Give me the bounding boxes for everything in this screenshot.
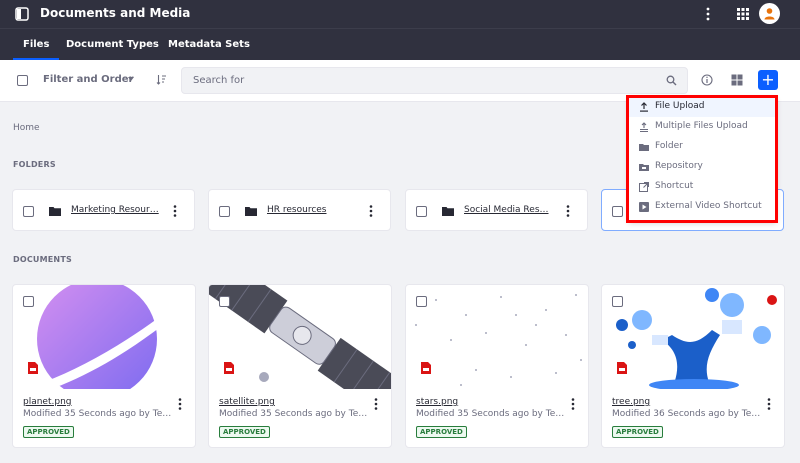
folders-heading: FOLDERS <box>13 160 56 169</box>
tab-metadata-sets[interactable]: Metadata Sets <box>158 29 260 61</box>
image-file-icon <box>224 362 234 374</box>
options-kebab-icon[interactable] <box>703 6 713 22</box>
apps-grid-icon[interactable] <box>736 7 750 21</box>
select-all-checkbox[interactable] <box>17 75 28 86</box>
nav-tabs: Files Document Types Metadata Sets <box>0 28 800 61</box>
document-name[interactable]: tree.png <box>612 397 650 407</box>
folder-checkbox[interactable] <box>416 206 427 217</box>
document-meta: Modified 35 Seconds ago by Te… <box>219 409 368 419</box>
stars-thumbnail <box>415 294 582 386</box>
folder-checkbox[interactable] <box>219 206 230 217</box>
document-card[interactable]: planet.png Modified 35 Seconds ago by Te… <box>12 284 196 448</box>
folder-icon <box>49 207 61 216</box>
user-icon <box>764 8 775 20</box>
filter-and-order-dropdown[interactable]: Filter and Order <box>43 74 133 85</box>
document-checkbox[interactable] <box>219 296 230 307</box>
info-icon[interactable] <box>701 74 713 86</box>
search-bar[interactable]: Search for <box>181 67 688 94</box>
document-card[interactable]: satellite.png Modified 35 Seconds ago by… <box>208 284 392 448</box>
folder-card[interactable]: HR resources <box>208 189 391 231</box>
document-meta: Modified 35 Seconds ago by Te… <box>23 409 172 419</box>
planet-thumbnail <box>23 285 195 389</box>
document-name[interactable]: stars.png <box>416 397 458 407</box>
app-title: Documents and Media <box>40 6 191 20</box>
folder-checkbox[interactable] <box>612 206 623 217</box>
add-button[interactable]: + <box>758 70 778 90</box>
documents-heading: DOCUMENTS <box>13 255 72 264</box>
document-meta: Modified 36 Seconds ago by Te… <box>612 409 761 419</box>
folder-kebab-icon[interactable] <box>565 204 571 218</box>
folder-kebab-icon[interactable] <box>368 204 374 218</box>
sort-order-icon[interactable] <box>156 74 167 85</box>
sidebar-toggle-icon[interactable] <box>15 7 29 21</box>
user-avatar[interactable] <box>759 3 780 24</box>
document-name[interactable]: satellite.png <box>219 397 275 407</box>
status-badge: APPROVED <box>219 426 270 438</box>
satellite-thumbnail <box>209 285 391 389</box>
folder-name[interactable]: Social Media Res… <box>464 205 554 215</box>
folder-card[interactable]: Social Media Res… <box>405 189 588 231</box>
document-kebab-icon[interactable] <box>766 397 772 411</box>
document-card[interactable]: stars.png Modified 35 Seconds ago by Te…… <box>405 284 589 448</box>
folder-card[interactable]: Marketing Resour… <box>12 189 195 231</box>
image-file-icon <box>617 362 627 374</box>
highlight-box <box>626 95 778 223</box>
app-header: Documents and Media <box>0 0 800 28</box>
status-badge: APPROVED <box>416 426 467 438</box>
folder-name[interactable]: Marketing Resour… <box>71 205 161 215</box>
document-kebab-icon[interactable] <box>177 397 183 411</box>
image-file-icon <box>421 362 431 374</box>
document-card[interactable]: tree.png Modified 36 Seconds ago by Te… … <box>601 284 785 448</box>
breadcrumb-home[interactable]: Home <box>13 123 40 133</box>
image-file-icon <box>28 362 38 374</box>
status-badge: APPROVED <box>612 426 663 438</box>
status-badge: APPROVED <box>23 426 74 438</box>
folder-icon <box>245 207 257 216</box>
document-checkbox[interactable] <box>612 296 623 307</box>
folder-kebab-icon[interactable] <box>172 204 178 218</box>
document-checkbox[interactable] <box>23 296 34 307</box>
document-name[interactable]: planet.png <box>23 397 72 407</box>
search-icon[interactable] <box>666 75 677 86</box>
tree-thumbnail <box>616 288 777 389</box>
tab-document-types[interactable]: Document Types <box>56 29 169 61</box>
search-input[interactable]: Search for <box>193 75 244 86</box>
folder-checkbox[interactable] <box>23 206 34 217</box>
document-kebab-icon[interactable] <box>570 397 576 411</box>
document-meta: Modified 35 Seconds ago by Te… <box>416 409 565 419</box>
card-view-icon[interactable] <box>731 74 743 86</box>
folder-icon <box>442 207 454 216</box>
document-kebab-icon[interactable] <box>373 397 379 411</box>
tab-files[interactable]: Files <box>13 29 60 61</box>
caret-down-icon <box>128 77 134 81</box>
document-checkbox[interactable] <box>416 296 427 307</box>
folder-name[interactable]: HR resources <box>267 205 357 215</box>
